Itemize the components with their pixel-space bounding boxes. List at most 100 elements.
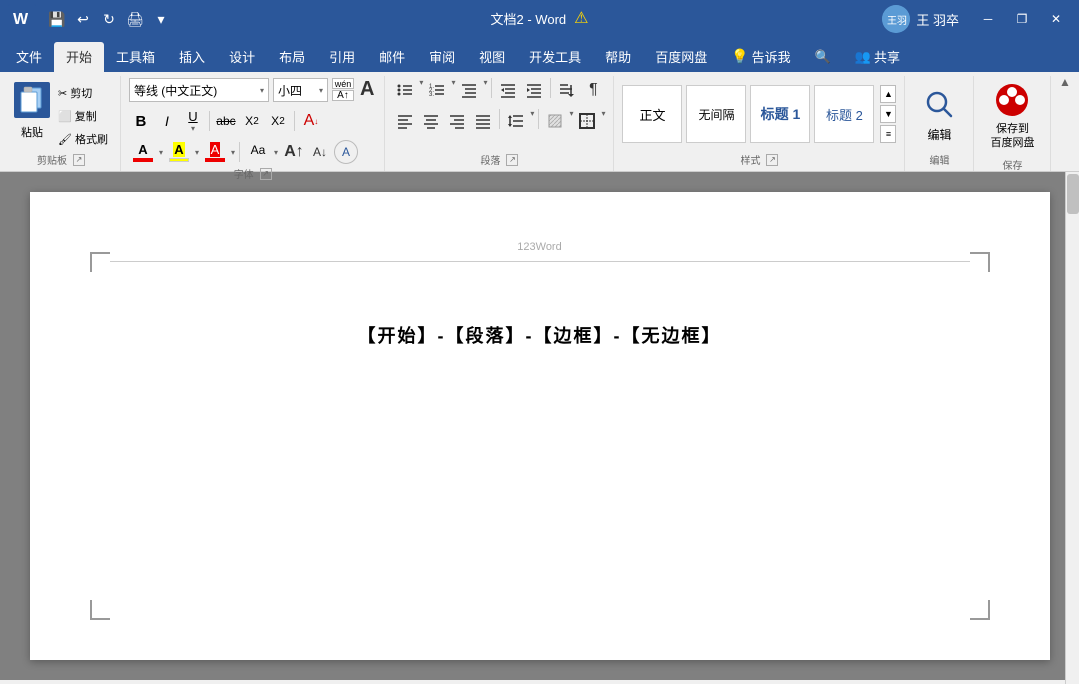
tab-insert[interactable]: 插入 xyxy=(167,42,217,72)
italic-btn[interactable]: I xyxy=(155,109,179,133)
justify-btn[interactable] xyxy=(471,109,495,133)
title-left: W 💾 ↩ ↻ 🖨 ▾ xyxy=(8,4,172,34)
editing-search-btn[interactable]: 编辑 xyxy=(913,82,965,147)
print-quick-btn[interactable]: 🖨 xyxy=(124,8,146,30)
tab-toolbox[interactable]: 工具箱 xyxy=(104,42,167,72)
copy-btn[interactable]: ⬜ 复制 xyxy=(54,105,112,127)
font-size-decrease-btn[interactable]: A↑ xyxy=(332,90,354,101)
bullet-list-btn[interactable] xyxy=(393,78,417,102)
tab-share[interactable]: 👥共享 xyxy=(843,42,912,72)
align-left-btn[interactable] xyxy=(393,109,417,133)
save-quick-btn[interactable]: 💾 xyxy=(46,8,68,30)
sort-btn[interactable] xyxy=(555,78,579,102)
tab-references[interactable]: 引用 xyxy=(317,42,367,72)
align-center-btn[interactable] xyxy=(419,109,443,133)
clipboard-expand-btn[interactable]: ↗ xyxy=(73,154,85,166)
format-painter-icon: 🖌 xyxy=(58,133,72,146)
decrease-font-btn[interactable]: A↓ xyxy=(308,140,332,164)
svg-text:W: W xyxy=(13,11,29,28)
align-right-btn[interactable] xyxy=(445,109,469,133)
style-expand-btn[interactable]: ≡ xyxy=(880,125,896,143)
scrollbar-right[interactable] xyxy=(1065,172,1079,684)
redo-quick-btn[interactable]: ↻ xyxy=(98,8,120,30)
font-size-increase-btn[interactable]: wén xyxy=(332,78,354,89)
paragraph-expand-btn[interactable]: ↗ xyxy=(506,154,518,166)
format-painter-label: 格式刷 xyxy=(75,131,108,147)
font-content: 等线 (中文正文) ▾ 小四 ▾ wén A↑ A B I xyxy=(129,78,376,164)
font-expand-btn[interactable]: ↗ xyxy=(260,168,272,180)
tab-home[interactable]: 开始 xyxy=(54,42,104,72)
corner-mark-tr xyxy=(970,252,990,272)
font-large-btn[interactable]: A xyxy=(358,78,376,102)
tab-view[interactable]: 视图 xyxy=(467,42,517,72)
font-size-select[interactable]: 小四 ▾ xyxy=(273,78,328,102)
format-painter-btn[interactable]: 🖌 格式刷 xyxy=(54,128,112,150)
tab-design[interactable]: 设计 xyxy=(217,42,267,72)
doc-content[interactable]: 【开始】-【段落】-【边框】-【无边框】 xyxy=(110,322,970,348)
line-spacing-dropdown[interactable]: ▾ xyxy=(530,109,534,133)
font-color-row: A ▾ A ▾ A ▾ Aa ▾ xyxy=(129,140,358,164)
close-btn[interactable]: ✕ xyxy=(1041,7,1071,31)
shading-para-dropdown[interactable]: ▾ xyxy=(569,109,573,133)
style-normal[interactable]: 正文 xyxy=(622,85,682,143)
increase-font-btn[interactable]: A↑ xyxy=(282,140,306,164)
underline-btn[interactable]: U ▾ xyxy=(181,109,205,133)
line-spacing-btn[interactable] xyxy=(504,109,528,133)
style-scroll-down[interactable]: ▼ xyxy=(880,105,896,123)
bullet-list-dropdown[interactable]: ▾ xyxy=(419,78,423,102)
char-scale-btn[interactable]: Aa xyxy=(244,143,272,162)
cut-btn[interactable]: ✂ 剪切 xyxy=(54,82,112,104)
style-no-space[interactable]: 无间隔 xyxy=(686,85,746,143)
border-btn[interactable] xyxy=(575,109,599,133)
shading-color-btn[interactable]: A xyxy=(201,142,229,162)
strikethrough-btn[interactable]: abc xyxy=(214,109,238,133)
clipboard-content: 粘贴 ✂ 剪切 ⬜ 复制 🖌 格式刷 xyxy=(10,78,112,150)
char-scale-dropdown[interactable]: ▾ xyxy=(274,148,278,157)
tab-search[interactable]: 🔍 xyxy=(803,42,843,72)
subscript-btn[interactable]: X2 xyxy=(240,109,264,133)
highlight-dropdown[interactable]: ▾ xyxy=(195,148,199,157)
text-effect-btn[interactable]: A xyxy=(334,140,358,164)
styles-expand-btn[interactable]: ↗ xyxy=(766,154,778,166)
tab-baidu[interactable]: 百度网盘 xyxy=(643,42,719,72)
ribbon-tabs: 文件 开始 工具箱 插入 设计 布局 引用 邮件 审阅 视图 开发工具 帮助 百… xyxy=(0,38,1079,72)
scroll-thumb[interactable] xyxy=(1067,174,1079,214)
quickaccess-dropdown-btn[interactable]: ▾ xyxy=(150,8,172,30)
font-family-select[interactable]: 等线 (中文正文) ▾ xyxy=(129,78,269,102)
style-scroll-up[interactable]: ▲ xyxy=(880,85,896,103)
multilevel-dropdown[interactable]: ▾ xyxy=(483,78,487,102)
shading-btn[interactable] xyxy=(543,109,567,133)
document-page[interactable]: 123Word 【开始】-【段落】-【边框】-【无边框】 xyxy=(30,192,1050,660)
paste-btn[interactable]: 粘贴 xyxy=(10,78,54,150)
clear-format-btn[interactable]: A↓ xyxy=(299,109,323,133)
tab-tellme[interactable]: 💡告诉我 xyxy=(719,42,802,72)
tab-review[interactable]: 审阅 xyxy=(417,42,467,72)
border-dropdown[interactable]: ▾ xyxy=(601,109,605,133)
decrease-indent-btn[interactable] xyxy=(496,78,520,102)
restore-btn[interactable]: ❐ xyxy=(1007,7,1037,31)
superscript-btn[interactable]: X2 xyxy=(266,109,290,133)
minimize-btn[interactable]: ─ xyxy=(973,7,1003,31)
tab-file[interactable]: 文件 xyxy=(4,42,54,72)
style-heading2[interactable]: 标题 2 xyxy=(814,85,874,143)
increase-indent-btn[interactable] xyxy=(522,78,546,102)
show-marks-btn[interactable]: ¶ xyxy=(581,78,605,102)
font-color-btn[interactable]: A xyxy=(129,142,157,162)
tab-developer[interactable]: 开发工具 xyxy=(517,42,593,72)
header-border xyxy=(110,261,970,262)
shading-dropdown[interactable]: ▾ xyxy=(231,148,235,157)
multilevel-list-btn[interactable] xyxy=(457,78,481,102)
numbered-list-btn[interactable]: 1.2.3. xyxy=(425,78,449,102)
save-baidu-btn[interactable]: 保存到百度网盘 xyxy=(982,78,1042,155)
style-heading1[interactable]: 标题 1 xyxy=(750,85,810,143)
highlight-color-btn[interactable]: A xyxy=(165,142,193,162)
numbered-list-dropdown[interactable]: ▾ xyxy=(451,78,455,102)
tab-layout[interactable]: 布局 xyxy=(267,42,317,72)
tab-help[interactable]: 帮助 xyxy=(593,42,643,72)
undo-quick-btn[interactable]: ↩ xyxy=(72,8,94,30)
tab-mailings[interactable]: 邮件 xyxy=(367,42,417,72)
bold-btn[interactable]: B xyxy=(129,109,153,133)
font-color-dropdown[interactable]: ▾ xyxy=(159,148,163,157)
doc-main-paragraph[interactable]: 【开始】-【段落】-【边框】-【无边框】 xyxy=(110,322,970,348)
ribbon-collapse-btn[interactable]: ▲ xyxy=(1055,72,1075,92)
